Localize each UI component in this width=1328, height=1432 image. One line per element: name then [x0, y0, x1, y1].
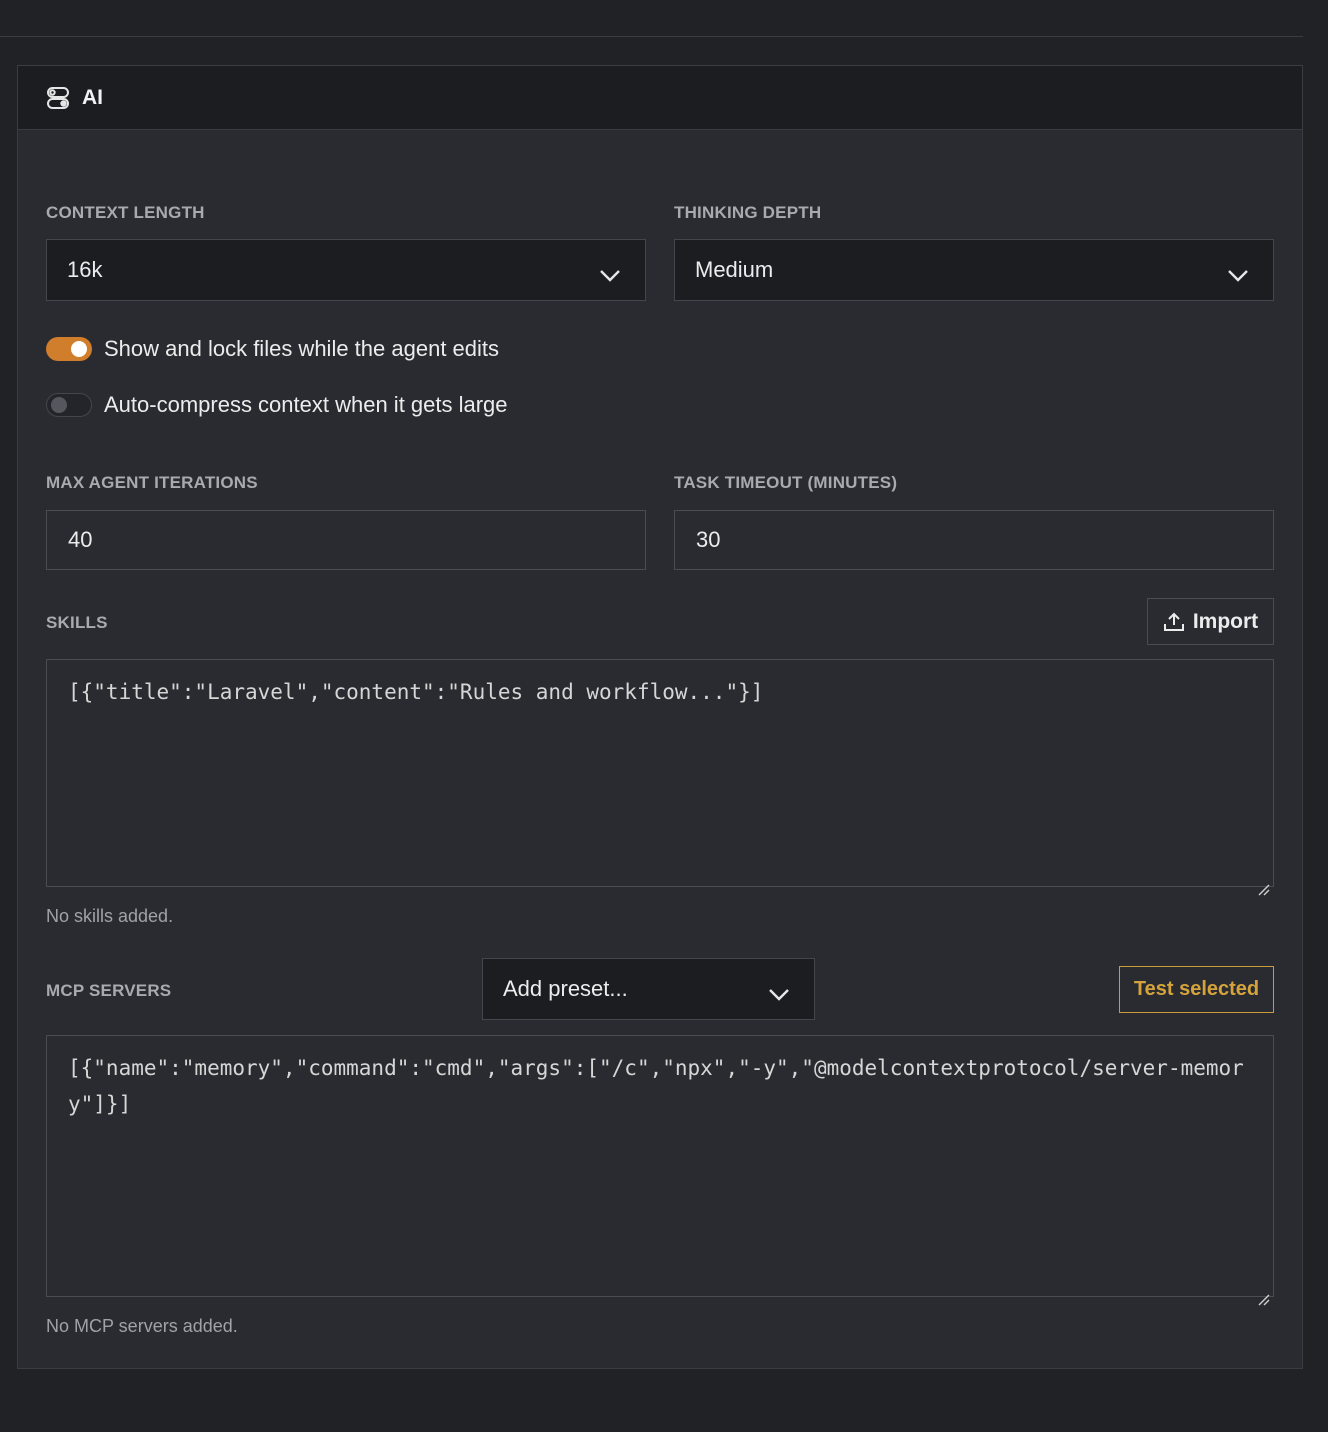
add-preset-value: Add preset...: [503, 976, 628, 1001]
resize-grip-icon[interactable]: [1258, 1281, 1270, 1306]
thinking-depth-label: THINKING DEPTH: [674, 203, 822, 222]
task-timeout-value: 30: [696, 527, 721, 552]
chevron-down-icon: [1227, 263, 1249, 282]
task-timeout-label: TASK TIMEOUT (MINUTES): [674, 473, 898, 492]
show-lock-files-label: Show and lock files while the agent edit…: [104, 336, 500, 361]
test-selected-button[interactable]: Test selected: [1119, 966, 1274, 1013]
skills-content: [{"title":"Laravel","content":"Rules and…: [68, 680, 764, 704]
context-length-label: CONTEXT LENGTH: [46, 203, 205, 222]
chevron-down-icon: [599, 263, 621, 282]
auto-compress-toggle[interactable]: [46, 393, 92, 417]
thinking-depth-select[interactable]: Medium: [674, 239, 1274, 301]
toggles-icon: [46, 86, 70, 110]
toggle-knob: [71, 341, 87, 357]
skills-textarea[interactable]: [{"title":"Laravel","content":"Rules and…: [46, 659, 1274, 896]
skills-empty-hint: No skills added.: [46, 906, 174, 926]
context-length-select[interactable]: 16k: [46, 239, 646, 301]
task-timeout-input[interactable]: 30: [674, 510, 1274, 570]
toggle-knob: [51, 397, 67, 413]
panel-title: AI: [82, 85, 103, 109]
max-iterations-input[interactable]: 40: [46, 510, 646, 570]
panel-header: AI: [18, 66, 1302, 130]
max-iterations-label: MAX AGENT ITERATIONS: [46, 473, 258, 492]
skills-label: SKILLS: [46, 613, 108, 632]
show-lock-files-toggle[interactable]: [46, 337, 92, 361]
upload-icon: [1163, 611, 1185, 633]
thinking-depth-value: Medium: [695, 257, 774, 282]
mcp-empty-hint: No MCP servers added.: [46, 1316, 238, 1336]
ai-settings-panel: AI CONTEXT LENGTH 16k THINKING DEPTH Med…: [17, 65, 1303, 1369]
toggle-row-show-lock-files: Show and lock files while the agent edit…: [46, 336, 499, 362]
context-length-value: 16k: [67, 257, 103, 282]
mcp-servers-label: MCP SERVERS: [46, 981, 172, 1000]
mcp-content: [{"name":"memory","command":"cmd","args"…: [68, 1056, 1244, 1116]
chevron-down-icon: [768, 982, 790, 1001]
toggle-row-auto-compress: Auto-compress context when it gets large: [46, 392, 508, 418]
import-button[interactable]: Import: [1147, 598, 1274, 645]
mcp-servers-textarea[interactable]: [{"name":"memory","command":"cmd","args"…: [46, 1035, 1274, 1306]
add-preset-select[interactable]: Add preset...: [482, 958, 815, 1020]
resize-grip-icon[interactable]: [1258, 871, 1270, 896]
import-label: Import: [1192, 609, 1259, 633]
max-iterations-value: 40: [68, 527, 93, 552]
top-divider: [0, 36, 1303, 37]
auto-compress-label: Auto-compress context when it gets large: [104, 392, 508, 417]
